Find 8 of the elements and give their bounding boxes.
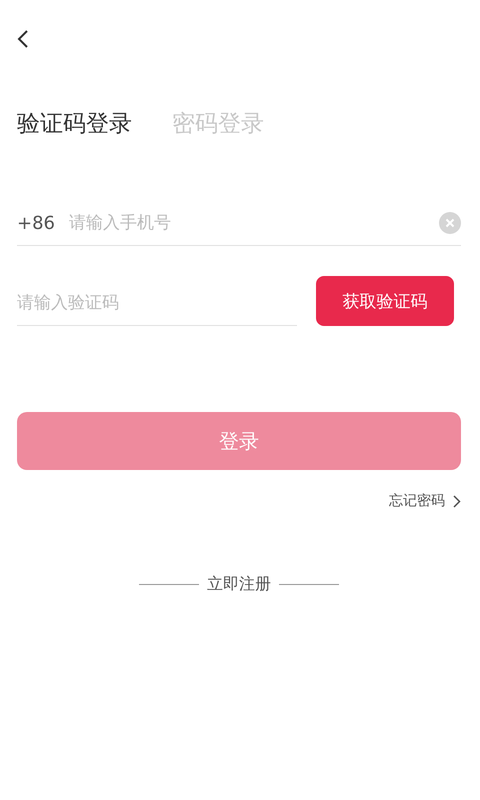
forgot-password-link[interactable]: 忘记密码 — [389, 492, 445, 510]
phone-input[interactable]: 请输入手机号 — [69, 213, 425, 233]
country-code: +86 — [17, 212, 55, 234]
register-link[interactable]: 立即注册 — [207, 574, 271, 595]
get-code-button[interactable]: 获取验证码 — [316, 276, 454, 326]
login-tab[interactable]: 验证码登录 — [17, 108, 132, 139]
code-input[interactable]: 请输入验证码 — [17, 293, 297, 313]
chevron-right-icon — [453, 494, 461, 508]
